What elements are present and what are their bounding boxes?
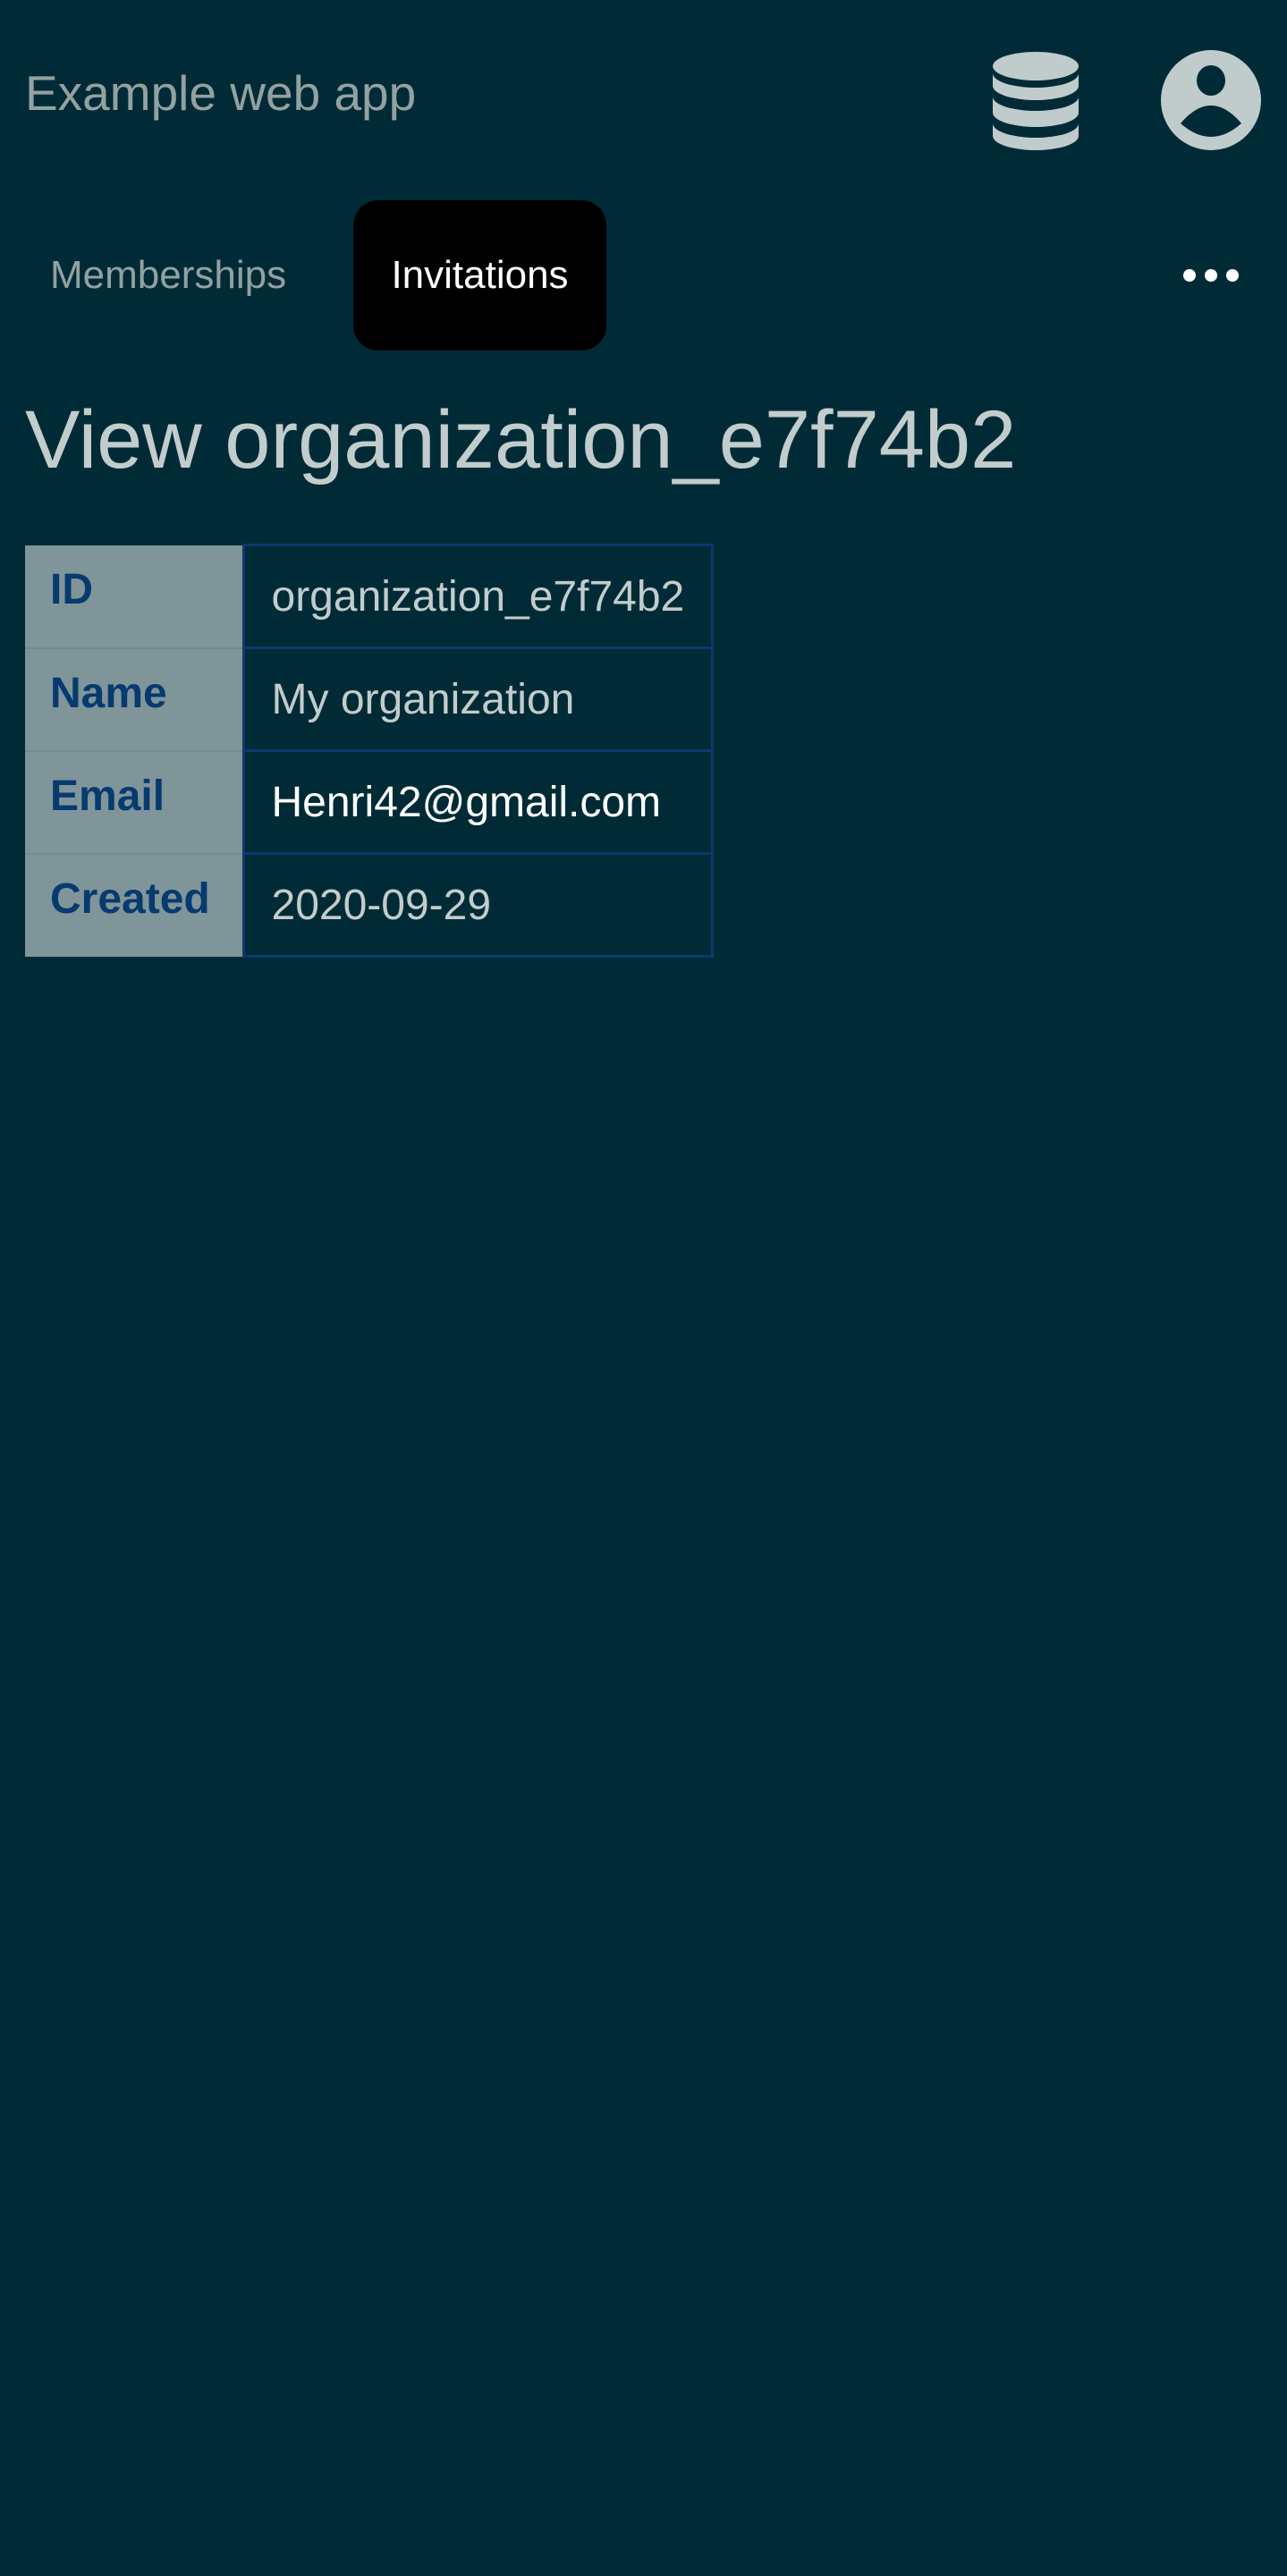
row-value: My organization [241,646,715,752]
tab-invitations[interactable]: Invitations [353,200,606,351]
row-label: Email [25,750,243,855]
table-row: Created 2020-09-29 [25,852,715,958]
table-row: ID organization_e7f74b2 [25,544,715,649]
details-table: ID organization_e7f74b2 Name My organizati… [25,544,715,958]
row-label: ID [25,545,243,649]
table-row: Name My organization [25,646,715,752]
row-value: 2020-09-29 [241,852,715,958]
row-label: Created [25,853,243,957]
tab-memberships[interactable]: Memberships [13,200,324,351]
row-label: Name [25,647,243,752]
ellipsis-icon[interactable] [1179,258,1243,293]
row-value: organization_e7f74b2 [241,544,715,649]
app-title[interactable]: Example web app [25,64,416,122]
user-circle-icon[interactable] [1161,50,1261,150]
database-icon[interactable] [986,50,1086,150]
email-link[interactable]: Henri42@gmail.com [241,749,715,855]
table-row: Email Henri42@gmail.com [25,749,715,855]
page-title: View organization_e7f74b2 [25,394,1017,486]
